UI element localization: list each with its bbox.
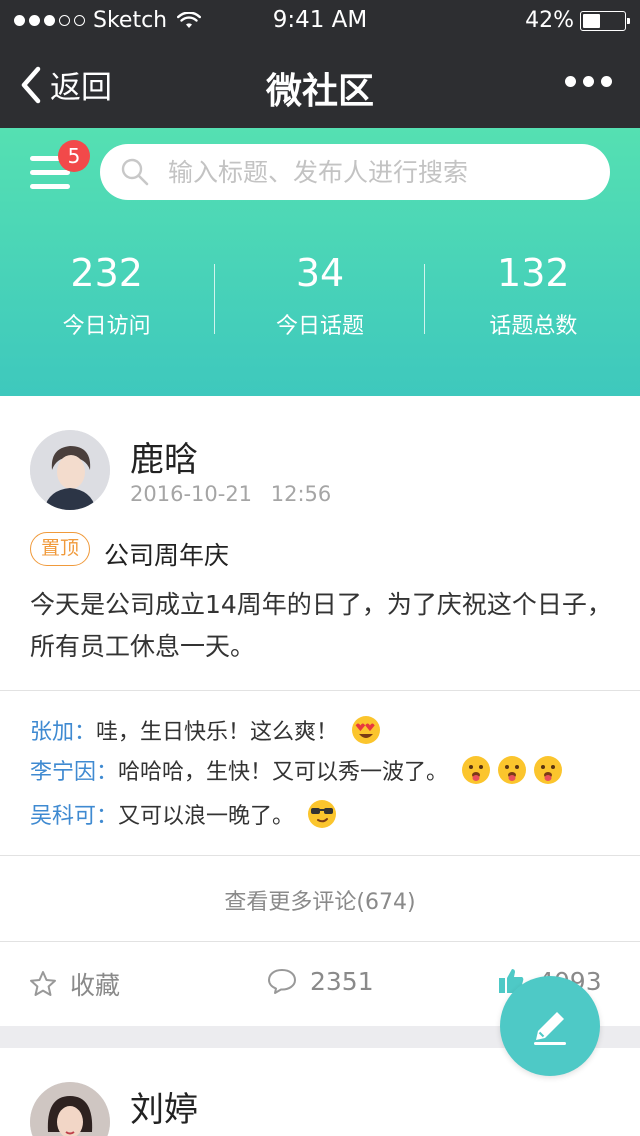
pinned-tag: 置顶 <box>30 532 91 566</box>
battery-tip <box>627 17 630 24</box>
avatar[interactable] <box>30 1082 110 1136</box>
favorite-label: 收藏 <box>70 971 121 1000</box>
comment-text: 哈哈哈，生快！又可以秀一波了。 <box>118 760 449 785</box>
divider <box>0 690 640 691</box>
more-dot <box>583 76 594 87</box>
compose-button[interactable] <box>500 976 600 1076</box>
battery-fill <box>583 13 600 28</box>
tongue-emoji-icon <box>534 756 563 784</box>
stat-label: 今日访问 <box>62 314 151 339</box>
post-datetime: 2016-10-21 12:56 <box>130 482 331 506</box>
notification-badge: 5 <box>58 140 90 172</box>
stat-label: 话题总数 <box>489 314 578 339</box>
comment-button[interactable]: 2351 <box>266 966 374 996</box>
more-dot <box>565 76 576 87</box>
sunglasses-emoji-icon <box>308 800 337 828</box>
avatar[interactable] <box>30 430 110 510</box>
stat-value: 34 <box>295 251 345 295</box>
stats-row: 232 今日访问 34 今日话题 132 话题总数 <box>0 248 640 358</box>
stat-total-topics: 132 话题总数 <box>427 248 640 358</box>
battery-icon <box>580 10 630 31</box>
search-bar[interactable] <box>100 144 610 200</box>
stat-value: 232 <box>70 251 143 295</box>
post-date: 2016-10-21 <box>130 482 253 506</box>
tongue-emoji-icon <box>462 756 491 784</box>
page-title: 微社区 <box>265 71 374 112</box>
navigation-bar: 返回 微社区 <box>0 40 640 128</box>
stat-today-visits: 232 今日访问 <box>0 248 213 358</box>
comment-text: 又可以浪一晚了。 <box>118 804 295 829</box>
view-more-comments-link[interactable]: 查看更多评论(674) <box>0 884 640 916</box>
comment-author[interactable]: 李宁因： <box>30 754 118 786</box>
tongue-emoji-icon <box>498 756 527 784</box>
comment-item[interactable]: 张加： 哇，生日快乐！这么爽！ <box>30 714 382 746</box>
pencil-icon <box>534 1012 566 1045</box>
search-input[interactable] <box>168 157 588 187</box>
comment-item[interactable]: 李宁因： 哈哈哈，生快！又可以秀一波了。 <box>30 754 564 786</box>
post-body[interactable]: 今天是公司成立14周年的日了，为了庆祝这个日子，所有员工休息一天。 <box>30 584 620 668</box>
comment-item[interactable]: 吴科可： 又可以浪一晚了。 <box>30 798 338 830</box>
post-title[interactable]: 公司周年庆 <box>104 536 229 572</box>
battery-percent: 42% <box>525 8 574 33</box>
community-header: 5 232 今日访问 34 今日话题 132 话题总数 <box>0 128 640 396</box>
stats-divider <box>424 264 425 334</box>
search-icon <box>121 158 149 186</box>
post-author[interactable]: 鹿晗 <box>130 432 198 481</box>
menu-line <box>30 184 70 189</box>
more-dot <box>601 76 612 87</box>
post-card[interactable]: 鹿晗 2016-10-21 12:56 置顶 公司周年庆 今天是公司成立14周年… <box>0 396 640 1026</box>
heart-eyes-emoji-icon <box>352 716 381 744</box>
avatar-image <box>30 430 110 510</box>
comment-bubble-icon <box>268 969 296 994</box>
star-icon <box>30 971 56 996</box>
favorite-button[interactable]: 收藏 <box>28 966 120 1002</box>
stat-value: 132 <box>497 251 570 295</box>
comment-author[interactable]: 吴科可： <box>30 798 118 830</box>
comment-text: 哇，生日快乐！这么爽！ <box>96 720 339 745</box>
battery-status: 42% <box>525 8 630 33</box>
menu-line <box>30 170 70 175</box>
more-dots-icon[interactable] <box>565 76 612 87</box>
status-bar: Sketch 9:41 AM 42% <box>0 0 640 40</box>
post-time: 12:56 <box>270 482 332 506</box>
comment-count: 2351 <box>310 966 374 996</box>
divider <box>0 855 640 856</box>
avatar-image <box>30 1082 110 1136</box>
top-bar: Sketch 9:41 AM 42% 返回 微社区 <box>0 0 640 128</box>
stat-today-topics: 34 今日话题 <box>213 248 426 358</box>
stat-label: 今日话题 <box>275 314 364 339</box>
comment-author[interactable]: 张加： <box>30 714 96 746</box>
stats-divider <box>214 264 215 334</box>
post-author[interactable]: 刘婷 <box>130 1082 198 1131</box>
